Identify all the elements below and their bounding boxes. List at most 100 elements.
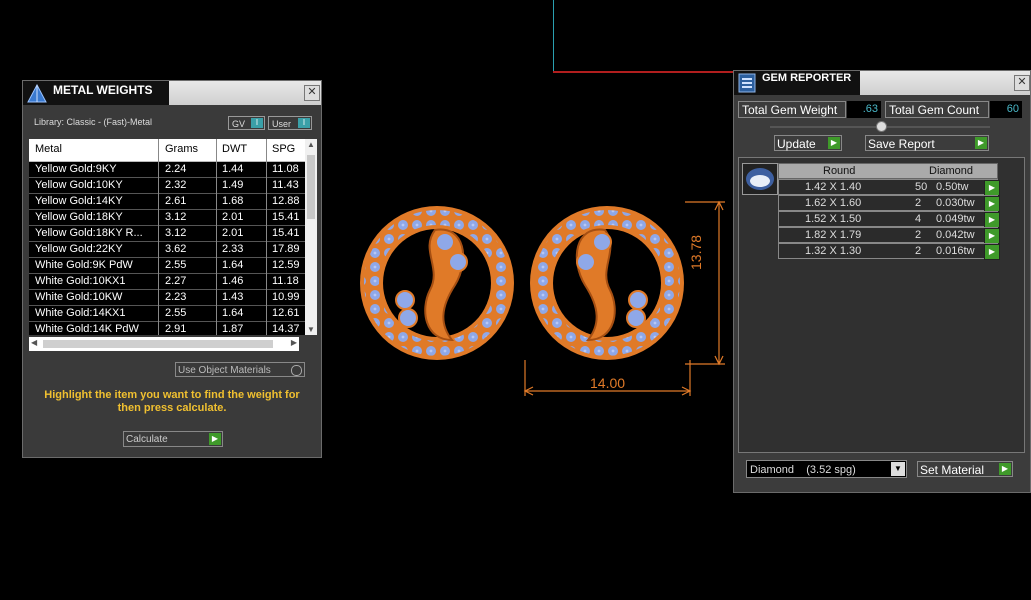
play-icon: ▶ [209,433,221,445]
metal-name-cell: Yellow Gold:22KY [35,243,123,255]
dwt-cell: 1.46 [222,275,244,287]
table-row[interactable]: White Gold:10KX1 2.27 1.46 11.18 [29,274,305,290]
right-earring [530,206,684,360]
metal-weights-tab: METAL WEIGHTS [23,81,169,105]
save-report-button[interactable]: Save Report ▶ [865,135,989,151]
table-row[interactable]: White Gold:14KX1 2.55 1.64 12.61 [29,306,305,322]
gem-weight-cell: 0.030tw [936,197,975,209]
gem-row[interactable]: 1.82 X 1.79 2 0.042tw ▶ [778,227,1000,244]
column-header-material: Diamond [929,165,974,177]
dwt-cell: 2.01 [222,211,244,223]
column-header-grams[interactable]: Grams [165,143,198,155]
spg-cell: 12.88 [272,195,300,207]
gem-weight-cell: 0.042tw [936,229,975,241]
metal-weights-close-button[interactable]: ✕ [304,85,320,101]
diamond-icon [742,163,778,195]
set-material-button[interactable]: Set Material ▶ [917,461,1013,477]
metal-name-cell: White Gold:10KX1 [35,275,126,287]
checkbox-indicator [291,365,302,376]
metal-weights-titlebar[interactable]: METAL WEIGHTS ✕ [23,81,321,105]
gem-size-cell: 1.52 X 1.50 [805,213,862,225]
table-row[interactable]: Yellow Gold:18KY 3.12 2.01 15.41 [29,210,305,226]
play-icon[interactable]: ▶ [984,212,1000,228]
gem-slider-knob[interactable] [876,121,887,132]
column-header-spg[interactable]: SPG [272,143,295,155]
spg-cell: 11.43 [272,179,299,191]
spg-cell: 15.41 [272,211,300,223]
metal-name-cell: Yellow Gold:10KY [35,179,123,191]
gem-count-cell: 2 [915,245,922,257]
scroll-up-icon[interactable]: ▲ [307,140,315,149]
play-icon[interactable]: ▶ [984,196,1000,212]
gv-toggle-indicator: I [251,118,263,128]
vertical-scroll-thumb[interactable] [307,155,315,219]
metal-name-cell: Yellow Gold:9KY [35,163,117,175]
gem-row[interactable]: 1.42 X 1.40 50 0.50tw ▶ [778,179,1000,196]
library-label: Library: Classic - (Fast)-Metal [34,117,153,127]
gem-size-cell: 1.42 X 1.40 [805,181,862,193]
metal-table-header: Metal Grams DWT SPG [29,139,305,162]
scroll-down-icon[interactable]: ▼ [307,325,315,334]
metal-table-vertical-scrollbar[interactable]: ▲ ▼ [305,139,317,335]
table-row[interactable]: Yellow Gold:9KY 2.24 1.44 11.08 [29,162,305,178]
metal-weights-title: METAL WEIGHTS [53,83,153,97]
material-select[interactable]: Diamond (3.52 spg) ▼ [746,460,907,478]
play-icon[interactable]: ▶ [984,228,1000,244]
table-row[interactable]: Yellow Gold:22KY 3.62 2.33 17.89 [29,242,305,258]
metal-table[interactable]: Metal Grams DWT SPG Yellow Gold:9KY 2.24 1… [29,139,305,335]
table-row[interactable]: Yellow Gold:10KY 2.32 1.49 11.43 [29,178,305,194]
column-header-dwt[interactable]: DWT [222,143,247,155]
horizontal-scroll-thumb[interactable] [43,340,273,348]
gem-row[interactable]: 1.52 X 1.50 4 0.049tw ▶ [778,211,1000,228]
spg-cell: 14.37 [272,323,300,335]
gem-reporter-titlebar[interactable]: GEM REPORTER ✕ [734,71,1030,95]
column-header-metal[interactable]: Metal [35,143,62,155]
dwt-cell: 1.64 [222,259,244,271]
table-row[interactable]: White Gold:9K PdW 2.55 1.64 12.59 [29,258,305,274]
dwt-cell: 2.01 [222,227,244,239]
grams-cell: 3.12 [165,211,187,223]
play-icon[interactable]: ▶ [984,244,1000,260]
dwt-cell: 1.49 [222,179,244,191]
gem-row[interactable]: 1.62 X 1.60 2 0.030tw ▶ [778,195,1000,212]
grams-cell: 2.55 [165,259,187,271]
dwt-cell: 1.64 [222,307,244,319]
gem-size-cell: 1.82 X 1.79 [805,229,862,241]
spg-cell: 12.61 [272,307,300,319]
earring-model[interactable] [340,190,740,410]
table-row[interactable]: White Gold:14K PdW 2.91 1.87 14.37 [29,322,305,335]
grams-cell: 2.55 [165,307,187,319]
gem-row[interactable]: 1.32 X 1.30 2 0.016tw ▶ [778,243,1000,260]
table-row[interactable]: Yellow Gold:18KY R... 3.12 2.01 15.41 [29,226,305,242]
gem-size-cell: 1.62 X 1.60 [805,197,862,209]
metal-name-cell: Yellow Gold:14KY [35,195,123,207]
calculate-button[interactable]: Calculate ▶ [123,431,223,447]
update-button[interactable]: Update ▶ [774,135,842,151]
gem-reporter-close-button[interactable]: ✕ [1014,75,1030,91]
metal-name-cell: White Gold:9K PdW [35,259,133,271]
grams-cell: 3.12 [165,227,187,239]
column-divider [266,139,267,335]
spg-cell: 11.18 [272,275,299,287]
grams-cell: 2.27 [165,275,187,287]
user-toggle[interactable]: User I [268,116,312,130]
play-icon: ▶ [975,137,987,149]
grams-cell: 2.23 [165,291,187,303]
table-row[interactable]: White Gold:10KW 2.23 1.43 10.99 [29,290,305,306]
play-icon[interactable]: ▶ [984,180,1000,196]
metal-table-horizontal-scrollbar[interactable]: ◀ ▶ [29,337,299,351]
chevron-down-icon[interactable]: ▼ [891,462,905,476]
metal-name-cell: Yellow Gold:18KY [35,211,123,223]
scroll-left-icon[interactable]: ◀ [31,338,37,347]
report-icon [738,73,756,93]
grams-cell: 3.62 [165,243,187,255]
grams-cell: 2.24 [165,163,187,175]
scroll-right-icon[interactable]: ▶ [291,338,297,347]
use-object-materials-checkbox[interactable]: Use Object Materials [175,362,305,377]
gv-toggle[interactable]: GV I [228,116,265,130]
grams-cell: 2.91 [165,323,187,335]
metal-name-cell: White Gold:14K PdW [35,323,139,335]
gem-count-cell: 2 [915,197,922,209]
table-row[interactable]: Yellow Gold:14KY 2.61 1.68 12.88 [29,194,305,210]
grams-cell: 2.61 [165,195,187,207]
